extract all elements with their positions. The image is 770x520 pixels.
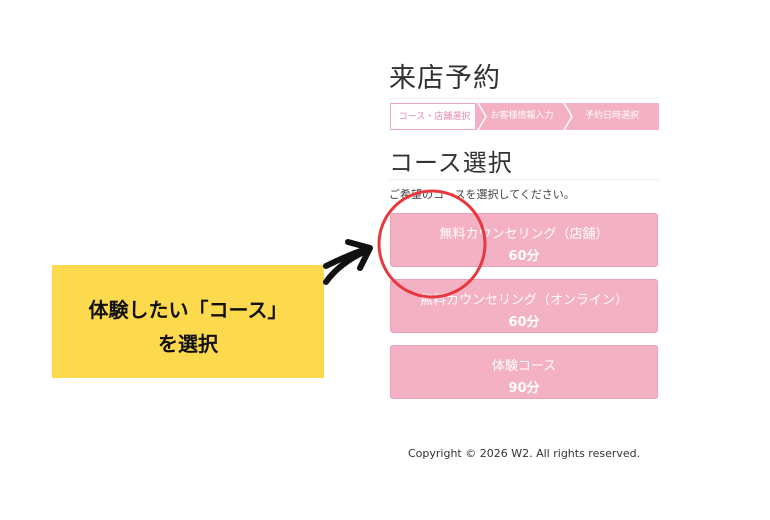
page-title: 来店予約 (389, 63, 501, 94)
step-customer-info: お客様情報入力 (479, 103, 565, 130)
section-divider (389, 179, 659, 180)
course-name: 体験コース (491, 359, 557, 374)
step-progress: コース・店舗選択 お客様情報入力 予約日時選択 (390, 103, 659, 130)
pointer-arrow-icon (323, 239, 373, 285)
instruction-text: ご希望のコースを選択してください。 (389, 188, 575, 201)
course-name: 無料カウンセリング（店舗） (439, 227, 609, 242)
step-chevron-icon (475, 103, 487, 130)
step-course-store-select: コース・店舗選択 (390, 103, 479, 130)
step-datetime-select: 予約日時選択 (565, 103, 659, 130)
annotation-line-2: を選択 (158, 332, 218, 356)
course-duration: 90分 (508, 381, 540, 396)
step-chevron-icon (563, 103, 573, 130)
section-title: コース選択 (389, 149, 513, 177)
title-divider (389, 98, 659, 99)
annotation-callout: 体験したい「コース」 を選択 (52, 265, 324, 378)
copyright-text: Copyright © 2026 W2. All rights reserved… (408, 447, 641, 460)
course-button-counseling-store[interactable]: 無料カウンセリング（店舗） 60分 (390, 213, 658, 267)
course-duration: 60分 (508, 249, 540, 264)
course-button-counseling-online[interactable]: 無料カウンセリング（オンライン） 60分 (390, 279, 658, 333)
annotation-line-1: 体験したい「コース」 (88, 298, 288, 322)
course-button-trial[interactable]: 体験コース 90分 (390, 345, 658, 399)
course-duration: 60分 (508, 315, 540, 330)
course-name: 無料カウンセリング（オンライン） (419, 293, 628, 308)
